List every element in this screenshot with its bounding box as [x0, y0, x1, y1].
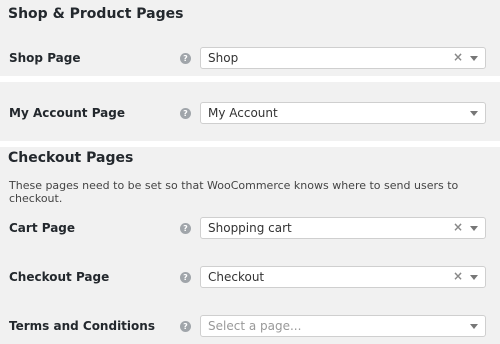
- cart-page-label: Cart Page: [9, 221, 76, 235]
- dropdown-arrow-icon[interactable]: [470, 324, 478, 329]
- clear-icon[interactable]: ×: [453, 220, 463, 234]
- dropdown-arrow-icon[interactable]: [470, 111, 478, 116]
- my-account-page-label: My Account Page: [9, 106, 125, 120]
- terms-page-select[interactable]: Select a page...: [200, 315, 486, 337]
- checkout-page-label: Checkout Page: [9, 270, 110, 284]
- checkout-page-value: Checkout: [208, 270, 265, 284]
- dropdown-arrow-icon[interactable]: [470, 56, 478, 61]
- help-icon[interactable]: ?: [180, 53, 191, 64]
- my-account-page-select[interactable]: My Account: [200, 102, 486, 124]
- checkout-section-description: These pages need to be set so that WooCo…: [9, 179, 459, 205]
- help-icon[interactable]: ?: [180, 223, 191, 234]
- section-divider: [0, 76, 500, 82]
- shop-section-title: Shop & Product Pages: [8, 6, 184, 22]
- shop-page-value: Shop: [208, 51, 239, 65]
- terms-page-label: Terms and Conditions: [9, 319, 155, 333]
- dropdown-arrow-icon[interactable]: [470, 275, 478, 280]
- cart-page-value: Shopping cart: [208, 221, 292, 235]
- checkout-page-select[interactable]: Checkout ×: [200, 266, 486, 288]
- section-divider: [0, 141, 500, 147]
- help-icon[interactable]: ?: [180, 321, 191, 332]
- help-icon[interactable]: ?: [180, 272, 191, 283]
- clear-icon[interactable]: ×: [453, 50, 463, 64]
- shop-page-select[interactable]: Shop ×: [200, 47, 486, 69]
- cart-page-select[interactable]: Shopping cart ×: [200, 217, 486, 239]
- clear-icon[interactable]: ×: [453, 269, 463, 283]
- shop-page-label: Shop Page: [9, 51, 81, 65]
- help-icon[interactable]: ?: [180, 108, 191, 119]
- checkout-section-title: Checkout Pages: [8, 150, 134, 166]
- terms-page-placeholder: Select a page...: [208, 319, 302, 333]
- dropdown-arrow-icon[interactable]: [470, 226, 478, 231]
- my-account-page-value: My Account: [208, 106, 278, 120]
